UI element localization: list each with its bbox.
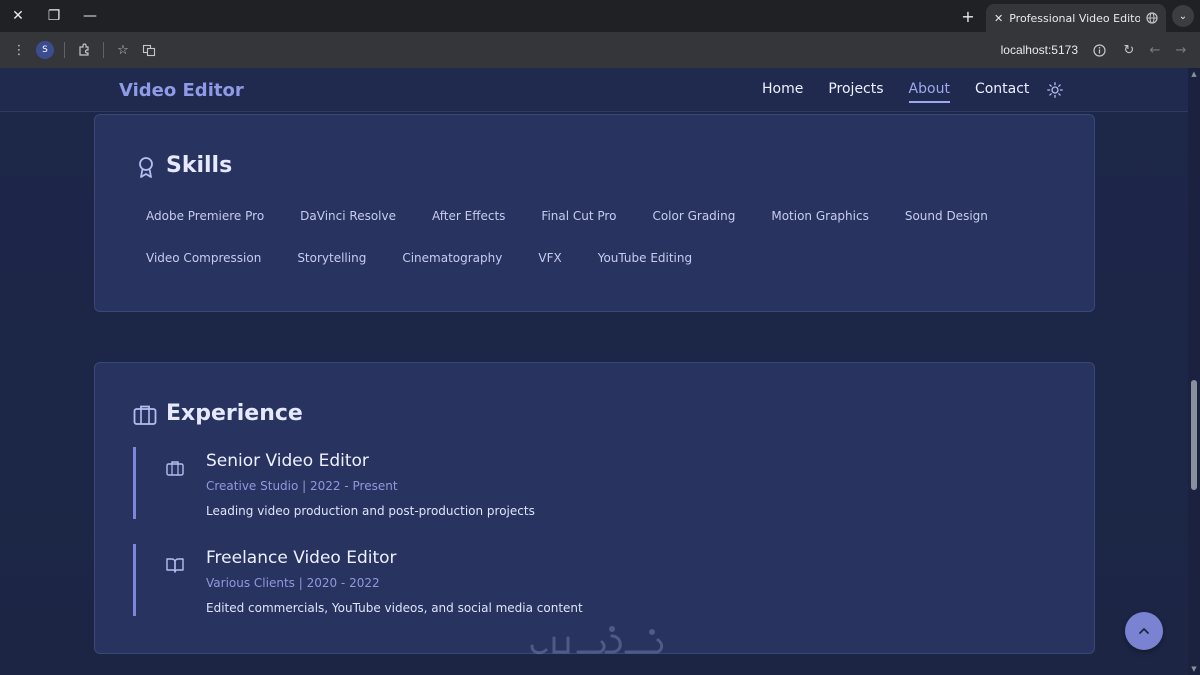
skill-tag: Color Grading	[652, 209, 736, 223]
skill-tag: Motion Graphics	[771, 209, 869, 223]
skill-tag: Storytelling	[297, 251, 367, 265]
skill-tag: Adobe Premiere Pro	[146, 209, 265, 223]
skill-tag: Sound Design	[904, 209, 988, 223]
experience-description: Edited commercials, YouTube videos, and …	[206, 601, 583, 615]
experience-meta: Creative Studio | 2022 - Present	[206, 479, 398, 493]
nav-contact[interactable]: Contact	[975, 81, 1029, 103]
experience-item: Freelance Video Editor Various Clients |…	[133, 544, 1033, 616]
experience-title: Experience	[166, 401, 303, 426]
tab-title: Professional Video Editor Portfolio	[1009, 11, 1140, 25]
bookmark-star-icon[interactable]: ☆	[110, 37, 136, 63]
page-scrollbar[interactable]: ▲ ▼	[1188, 68, 1200, 675]
nav-home[interactable]: Home	[762, 81, 803, 103]
nav-about[interactable]: About	[908, 81, 950, 103]
extensions-icon[interactable]	[71, 37, 97, 63]
restore-window-icon[interactable]: ❐	[36, 0, 72, 32]
minimize-window-icon[interactable]: —	[72, 0, 108, 32]
browser-tab-bar: ✕ ❐ — + ✕ Professional Video Editor Port…	[0, 0, 1200, 32]
forward-arrow-icon[interactable]: →	[1168, 37, 1194, 63]
url-text: localhost:5173	[1000, 43, 1078, 57]
skill-tag: YouTube Editing	[597, 251, 693, 265]
chevron-up-icon	[1139, 628, 1149, 634]
skills-title: Skills	[166, 153, 233, 178]
experience-role: Freelance Video Editor	[206, 548, 397, 568]
reload-icon[interactable]: ↻	[1116, 37, 1142, 63]
scroll-down-arrow-icon[interactable]: ▼	[1190, 665, 1198, 673]
experience-meta: Various Clients | 2020 - 2022	[206, 576, 380, 590]
translate-icon[interactable]	[136, 37, 162, 63]
skills-row-2: Video Compression Storytelling Cinematog…	[146, 251, 728, 265]
tab-close-icon[interactable]: ✕	[994, 12, 1003, 25]
scroll-to-top-button[interactable]	[1125, 612, 1163, 650]
skill-tag: VFX	[538, 251, 562, 265]
browser-tab[interactable]: ✕ Professional Video Editor Portfolio	[986, 4, 1166, 32]
nav-projects[interactable]: Projects	[828, 81, 883, 103]
back-arrow-icon[interactable]: ←	[1142, 37, 1168, 63]
address-bar[interactable]: localhost:5173	[162, 37, 1116, 63]
site-navbar: Video Editor Home Projects About Contact	[0, 68, 1188, 112]
menu-dots-icon[interactable]: ⋮	[6, 37, 32, 63]
skills-row-1: Adobe Premiere Pro DaVinci Resolve After…	[146, 209, 1024, 223]
briefcase-icon	[166, 461, 184, 476]
sun-icon[interactable]	[1047, 82, 1063, 98]
experience-card: Experience Senior Video Editor Creative …	[94, 362, 1095, 654]
skill-tag: Video Compression	[146, 251, 262, 265]
nav-links: Home Projects About Contact	[762, 81, 1054, 103]
browser-toolbar: ⋮ S ☆ localhost:5173 ↻ ← →	[0, 32, 1200, 68]
skills-card: Skills Adobe Premiere Pro DaVinci Resolv…	[94, 114, 1095, 312]
experience-description: Leading video production and post-produc…	[206, 504, 535, 518]
close-window-icon[interactable]: ✕	[0, 0, 36, 32]
experience-role: Senior Video Editor	[206, 451, 369, 471]
scrollbar-thumb[interactable]	[1191, 380, 1197, 490]
tab-list-chevron-icon[interactable]: ⌄	[1172, 5, 1194, 27]
skill-tag: DaVinci Resolve	[300, 209, 396, 223]
new-tab-icon[interactable]: +	[954, 2, 982, 30]
book-icon	[166, 558, 184, 573]
experience-item: Senior Video Editor Creative Studio | 20…	[133, 447, 1033, 519]
award-icon	[139, 157, 153, 178]
page-viewport: Video Editor Home Projects About Contact…	[0, 68, 1200, 675]
scroll-up-arrow-icon[interactable]: ▲	[1190, 70, 1198, 78]
skill-tag: Cinematography	[402, 251, 503, 265]
avatar: S	[36, 41, 54, 59]
globe-icon	[1146, 12, 1158, 24]
skill-tag: Final Cut Pro	[541, 209, 617, 223]
watermark-logo	[530, 626, 664, 655]
briefcase-icon	[133, 405, 157, 425]
skill-tag: After Effects	[432, 209, 506, 223]
profile-button[interactable]: S	[32, 37, 58, 63]
info-icon[interactable]	[1086, 37, 1112, 63]
brand-logo[interactable]: Video Editor	[119, 80, 244, 101]
